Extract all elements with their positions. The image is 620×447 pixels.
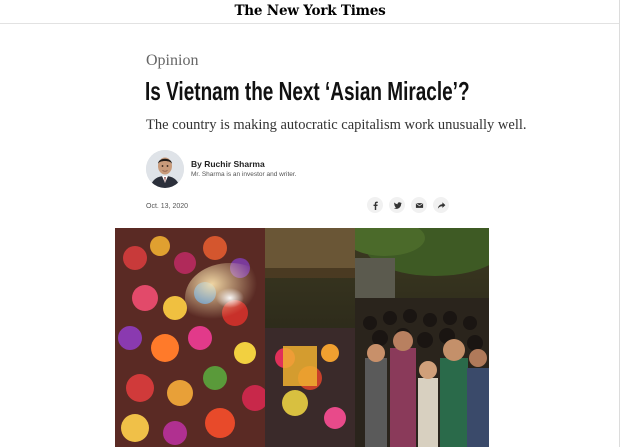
facebook-icon[interactable] xyxy=(367,197,383,213)
article-headline: Is Vietnam the Next ‘Asian Miracle’? xyxy=(145,76,470,106)
author-byline[interactable]: By Ruchir Sharma xyxy=(191,159,265,169)
twitter-icon[interactable] xyxy=(389,197,405,213)
email-icon[interactable] xyxy=(411,197,427,213)
article-summary: The country is making autocratic capital… xyxy=(146,117,527,133)
hero-image xyxy=(115,228,489,447)
section-kicker[interactable]: Opinion xyxy=(146,52,198,70)
publish-date: Oct. 13, 2020 xyxy=(146,203,189,210)
masthead: The New York Times xyxy=(0,0,620,24)
author-avatar xyxy=(146,150,184,188)
share-arrow-icon[interactable] xyxy=(433,197,449,213)
author-bio: Mr. Sharma is an investor and writer. xyxy=(191,171,297,178)
nyt-logo[interactable]: The New York Times xyxy=(0,3,620,19)
